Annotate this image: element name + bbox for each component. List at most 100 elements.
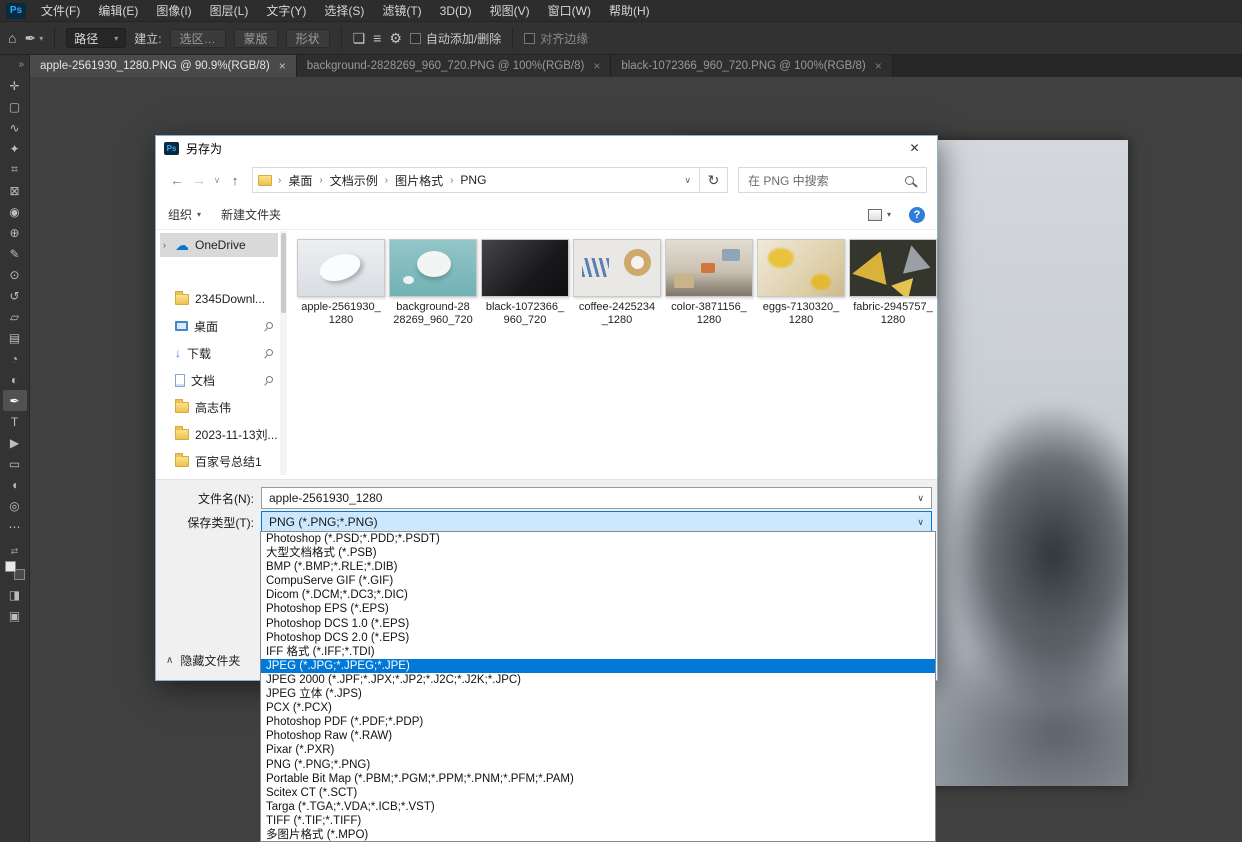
- new-folder-button[interactable]: 新建文件夹: [221, 206, 281, 223]
- address-dropdown-icon[interactable]: ∨: [684, 175, 694, 186]
- menu-3d[interactable]: 3D(D): [431, 0, 481, 22]
- dodge-tool-icon[interactable]: ◐: [3, 369, 27, 390]
- filetype-option[interactable]: Photoshop EPS (*.EPS): [261, 602, 935, 616]
- make-shape-button[interactable]: 形状: [286, 29, 330, 48]
- sidebar-item-documents[interactable]: 文档: [160, 368, 278, 392]
- filetype-option[interactable]: Pixar (*.PXR): [261, 743, 935, 757]
- file-item-coffee[interactable]: coffee-2425234_1280: [572, 239, 662, 327]
- file-item-black[interactable]: black-1072366_960_720: [480, 239, 570, 327]
- tab-background-png[interactable]: background-2828269_960_720.PNG @ 100%(RG…: [297, 55, 612, 77]
- menu-select[interactable]: 选择(S): [315, 0, 373, 22]
- crop-tool-icon[interactable]: ⌗: [3, 159, 27, 180]
- type-tool-icon[interactable]: T: [3, 411, 27, 432]
- sidebar-item-2023-folder[interactable]: 2023-11-13刘...: [160, 422, 278, 446]
- filetype-option[interactable]: Photoshop DCS 1.0 (*.EPS): [261, 617, 935, 631]
- filename-input[interactable]: apple-2561930_1280 ∨: [261, 487, 932, 509]
- sidebar-item-baijiahao[interactable]: 百家号总结1: [160, 449, 278, 473]
- filetype-option[interactable]: Targa (*.TGA;*.VDA;*.ICB;*.VST): [261, 800, 935, 814]
- filetype-option[interactable]: JPEG 立体 (*.JPS): [261, 687, 935, 701]
- forward-icon[interactable]: →: [188, 172, 210, 188]
- file-item-color[interactable]: color-3871156_1280: [664, 239, 754, 327]
- auto-add-delete-checkbox[interactable]: 自动添加/删除: [410, 30, 501, 47]
- quick-mask-icon[interactable]: ◨: [3, 584, 27, 605]
- filetype-option[interactable]: Portable Bit Map (*.PBM;*.PGM;*.PPM;*.PN…: [261, 772, 935, 786]
- hide-folders-button[interactable]: ∧ 隐藏文件夹: [166, 652, 240, 669]
- sidebar-item-gaozhiwei[interactable]: 高志伟: [160, 395, 278, 419]
- change-view-button[interactable]: ▾: [868, 209, 891, 221]
- lasso-tool-icon[interactable]: ∿: [3, 117, 27, 138]
- dialog-title-bar[interactable]: Ps 另存为: [156, 136, 937, 160]
- menu-file[interactable]: 文件(F): [32, 0, 89, 22]
- history-brush-tool-icon[interactable]: ↺: [3, 285, 27, 306]
- filetype-option[interactable]: CompuServe GIF (*.GIF): [261, 574, 935, 588]
- make-mask-button[interactable]: 蒙版: [234, 29, 278, 48]
- color-swatches[interactable]: [5, 561, 25, 580]
- breadcrumb-png[interactable]: PNG: [455, 173, 491, 187]
- tab-apple-png[interactable]: apple-2561930_1280.PNG @ 90.9%(RGB/8) ×: [30, 55, 297, 77]
- gradient-tool-icon[interactable]: ▤: [3, 327, 27, 348]
- home-icon[interactable]: ⌂: [8, 30, 16, 46]
- sidebar-item-desktop[interactable]: 桌面: [160, 314, 278, 338]
- filetype-option[interactable]: Photoshop Raw (*.RAW): [261, 729, 935, 743]
- filetype-option[interactable]: JPEG 2000 (*.JPF;*.JPX;*.JP2;*.J2C;*.J2K…: [261, 673, 935, 687]
- eraser-tool-icon[interactable]: ▱: [3, 306, 27, 327]
- tab-black-png[interactable]: black-1072366_960_720.PNG @ 100%(RGB/8) …: [611, 55, 892, 77]
- close-tab-icon[interactable]: ×: [875, 59, 882, 73]
- make-selection-button[interactable]: 选区…: [170, 29, 226, 48]
- up-icon[interactable]: ↑: [224, 173, 246, 188]
- menu-edit[interactable]: 编辑(E): [89, 0, 147, 22]
- filetype-option[interactable]: Dicom (*.DCM;*.DC3;*.DIC): [261, 588, 935, 602]
- file-item-fabric[interactable]: fabric-2945757_1280: [848, 239, 938, 327]
- path-alignment-icon[interactable]: ≡: [373, 30, 381, 46]
- sidebar-scrollbar[interactable]: [280, 231, 287, 475]
- filetype-option[interactable]: TIFF (*.TIF;*.TIFF): [261, 814, 935, 828]
- expander-icon[interactable]: ›: [163, 240, 166, 250]
- file-item-apple[interactable]: apple-2561930_1280: [296, 239, 386, 327]
- frame-tool-icon[interactable]: ⊠: [3, 180, 27, 201]
- filetype-option[interactable]: BMP (*.BMP;*.RLE;*.DIB): [261, 560, 935, 574]
- filetype-option[interactable]: Photoshop (*.PSD;*.PDD;*.PSDT): [261, 532, 935, 546]
- filetype-option-jpeg-selected[interactable]: JPEG (*.JPG;*.JPEG;*.JPE): [261, 659, 935, 673]
- zoom-tool-icon[interactable]: ◎: [3, 495, 27, 516]
- rectangle-tool-icon[interactable]: ▭: [3, 453, 27, 474]
- filetype-option[interactable]: Scitex CT (*.SCT): [261, 786, 935, 800]
- clone-stamp-tool-icon[interactable]: ⊙: [3, 264, 27, 285]
- eyedropper-tool-icon[interactable]: ◉: [3, 201, 27, 222]
- refresh-icon[interactable]: ↻: [700, 167, 728, 193]
- help-button[interactable]: ?: [909, 207, 925, 223]
- filetype-option[interactable]: PCX (*.PCX): [261, 701, 935, 715]
- brush-tool-icon[interactable]: ✎: [3, 243, 27, 264]
- filetype-option[interactable]: Photoshop DCS 2.0 (*.EPS): [261, 631, 935, 645]
- pen-tool-icon[interactable]: ✒: [3, 390, 27, 411]
- menu-window[interactable]: 窗口(W): [539, 0, 600, 22]
- menu-layer[interactable]: 图层(L): [201, 0, 258, 22]
- close-tab-icon[interactable]: ×: [279, 59, 286, 73]
- file-item-eggs[interactable]: eggs-7130320_1280: [756, 239, 846, 327]
- marquee-tool-icon[interactable]: ▢: [3, 96, 27, 117]
- quick-selection-tool-icon[interactable]: ✦: [3, 138, 27, 159]
- move-tool-icon[interactable]: ✛: [3, 75, 27, 96]
- menu-type[interactable]: 文字(Y): [257, 0, 315, 22]
- search-input[interactable]: 在 PNG 中搜索: [738, 167, 927, 193]
- organize-button[interactable]: 组织 ▾: [168, 206, 201, 223]
- menu-view[interactable]: 视图(V): [481, 0, 539, 22]
- sidebar-item-downloads[interactable]: ↓ 下载: [160, 341, 278, 365]
- filetype-combobox[interactable]: PNG (*.PNG;*.PNG) ∨: [261, 511, 932, 533]
- sidebar-item-onedrive[interactable]: › ☁ OneDrive: [160, 233, 278, 257]
- path-selection-tool-icon[interactable]: ▶: [3, 432, 27, 453]
- address-bar[interactable]: › 桌面 › 文档示例 › 图片格式 › PNG ∨: [252, 167, 700, 193]
- filetype-option[interactable]: IFF 格式 (*.IFF;*.TDI): [261, 645, 935, 659]
- path-operations-icon[interactable]: ❏: [353, 30, 366, 47]
- filetype-option[interactable]: 大型文档格式 (*.PSB): [261, 546, 935, 560]
- filetype-option[interactable]: PNG (*.PNG;*.PNG): [261, 758, 935, 772]
- healing-brush-tool-icon[interactable]: ⊕: [3, 222, 27, 243]
- screen-mode-icon[interactable]: ▣: [3, 605, 27, 626]
- recent-locations-icon[interactable]: ∨: [210, 175, 224, 186]
- sidebar-item-2345downloads[interactable]: 2345Downl...: [160, 287, 278, 311]
- pen-mode-select[interactable]: 路径 ▾: [66, 28, 126, 48]
- tool-preset-picker[interactable]: ✒ ▾: [24, 30, 43, 47]
- gear-icon[interactable]: ⚙: [389, 30, 402, 47]
- menu-help[interactable]: 帮助(H): [600, 0, 659, 22]
- scrollbar-thumb[interactable]: [281, 233, 286, 313]
- breadcrumb-docs-example[interactable]: 文档示例: [325, 172, 383, 189]
